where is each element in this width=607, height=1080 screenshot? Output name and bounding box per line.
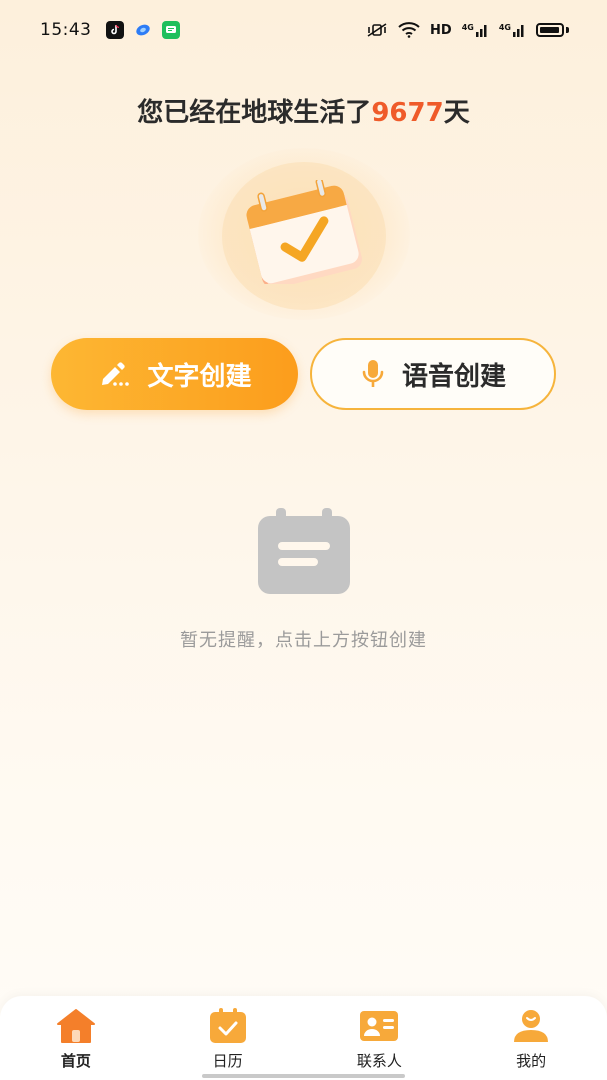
message-icon xyxy=(161,21,180,39)
pencil-icon xyxy=(102,362,130,386)
user-icon xyxy=(514,1010,549,1042)
battery-tip xyxy=(566,27,569,33)
days-on-earth-headline: 您已经在地球生活了9677天 xyxy=(0,92,607,129)
status-indicators: HD 4G 4G xyxy=(366,22,569,38)
voice-create-button[interactable]: 语音创建 xyxy=(310,338,556,410)
mute-vibrate-icon xyxy=(367,23,387,37)
headline-prefix: 您已经在地球生活了 xyxy=(137,98,372,128)
tab-home-label: 首页 xyxy=(60,1052,91,1070)
microphone-icon xyxy=(362,360,384,387)
hd-label: HD xyxy=(430,22,452,38)
signal-icon-2: 4G xyxy=(499,23,526,37)
headline-suffix: 天 xyxy=(443,98,470,128)
tab-mine[interactable]: 我的 xyxy=(455,996,607,1080)
empty-state-message: 暂无提醒，点击上方按钮创建 xyxy=(180,630,427,651)
days-count: 9677 xyxy=(371,98,444,128)
home-icon xyxy=(56,1009,95,1043)
status-time: 15:43 xyxy=(40,20,92,40)
battery-icon xyxy=(536,23,564,37)
tab-home[interactable]: 首页 xyxy=(0,996,152,1080)
browser-icon xyxy=(134,21,152,39)
tiktok-icon xyxy=(105,21,124,39)
tab-contacts[interactable]: 联系人 xyxy=(304,996,456,1080)
status-bar: 15:43 HD 4G 4G xyxy=(0,0,607,60)
contact-card-icon xyxy=(360,1011,399,1041)
tab-calendar[interactable]: 日历 xyxy=(152,996,304,1080)
bottom-tab-bar: 首页 日历 联系人 我的 xyxy=(0,996,607,1080)
voice-create-label: 语音创建 xyxy=(401,361,506,392)
tab-contacts-label: 联系人 xyxy=(356,1052,402,1070)
home-indicator[interactable] xyxy=(202,1074,405,1078)
calendar-icon xyxy=(209,1008,246,1043)
status-app-icons xyxy=(105,21,180,39)
calendar-check-icon xyxy=(246,180,363,284)
empty-calendar-icon xyxy=(258,508,350,594)
text-create-label: 文字创建 xyxy=(147,361,252,392)
tab-calendar-label: 日历 xyxy=(212,1052,243,1070)
signal-icon-1: 4G xyxy=(462,23,489,37)
tab-mine-label: 我的 xyxy=(516,1052,547,1070)
wifi-icon xyxy=(398,22,420,38)
text-create-button[interactable]: 文字创建 xyxy=(51,338,298,410)
